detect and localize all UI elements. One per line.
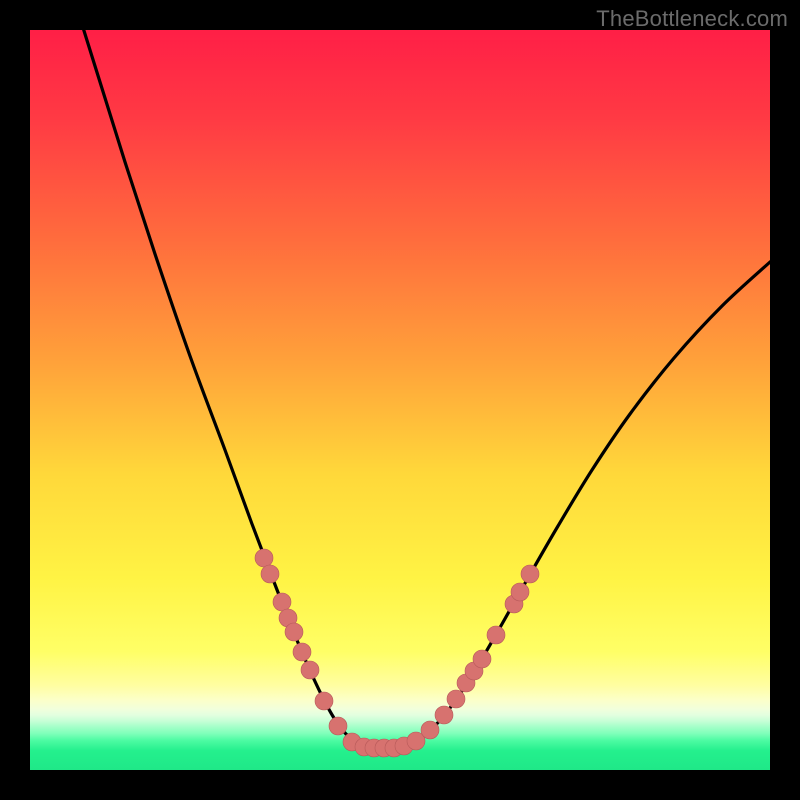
curve-marker-right — [473, 650, 491, 668]
curve-marker-right — [487, 626, 505, 644]
curve-marker-left — [293, 643, 311, 661]
bottleneck-curve — [80, 30, 770, 749]
curve-marker-left — [315, 692, 333, 710]
curve-marker-left — [301, 661, 319, 679]
curve-marker-right — [447, 690, 465, 708]
chart-frame — [30, 30, 770, 770]
watermark-text: TheBottleneck.com — [596, 6, 788, 32]
curve-marker-left — [273, 593, 291, 611]
curve-marker-right — [521, 565, 539, 583]
curve-marker-left — [261, 565, 279, 583]
curve-marker-left — [255, 549, 273, 567]
curve-marker-left — [285, 623, 303, 641]
curve-marker-left — [329, 717, 347, 735]
chart-curve-layer — [30, 30, 770, 770]
curve-marker-right — [511, 583, 529, 601]
curve-marker-right — [435, 706, 453, 724]
curve-marker-right — [421, 721, 439, 739]
curve-markers — [255, 549, 539, 757]
